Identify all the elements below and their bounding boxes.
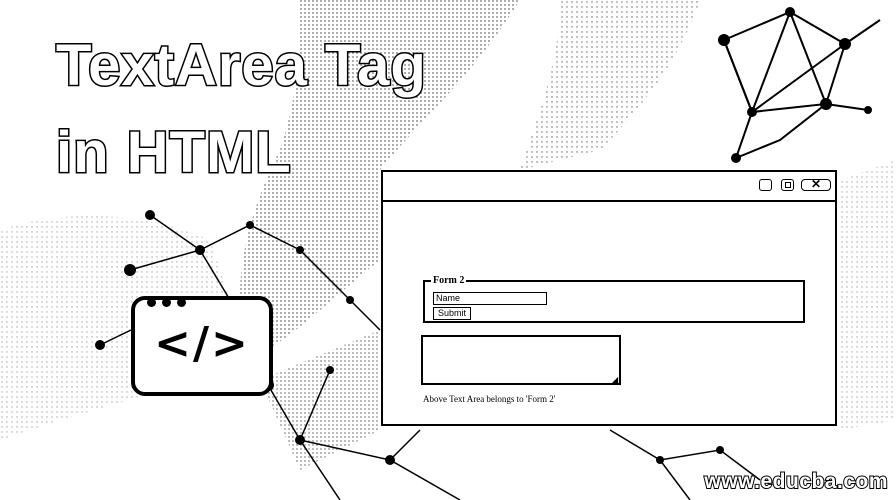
headline-line-2: in HTML [55, 120, 293, 185]
form-2-fieldset: Form 2 Name Submit [423, 275, 805, 323]
textarea-caption: Above Text Area belongs to 'Form 2' [423, 394, 556, 404]
resize-grip-icon: ◢ [612, 375, 619, 384]
maximize-icon [781, 179, 794, 191]
code-icon: </> [154, 318, 250, 369]
name-input: Name [433, 292, 547, 305]
window-dots [147, 298, 186, 307]
window-dot [162, 298, 171, 307]
minimize-icon [759, 179, 772, 191]
close-icon: ✕ [801, 177, 831, 191]
browser-window-mockup: ✕ Form 2 Name Submit ◢ Above Text Area b… [381, 170, 837, 426]
code-window-illustration: </> [131, 296, 273, 396]
fieldset-legend: Form 2 [433, 275, 465, 286]
headline-line-1: TextArea Tag [55, 33, 428, 98]
banner: TextArea Tag in HTML </> ✕ Form 2 Name S… [0, 0, 896, 500]
textarea-field [421, 335, 621, 385]
window-dot [177, 298, 186, 307]
window-dot [147, 298, 156, 307]
submit-button: Submit [433, 307, 471, 320]
browser-title-bar: ✕ [383, 172, 835, 202]
website-url: www.educba.com [703, 469, 888, 494]
